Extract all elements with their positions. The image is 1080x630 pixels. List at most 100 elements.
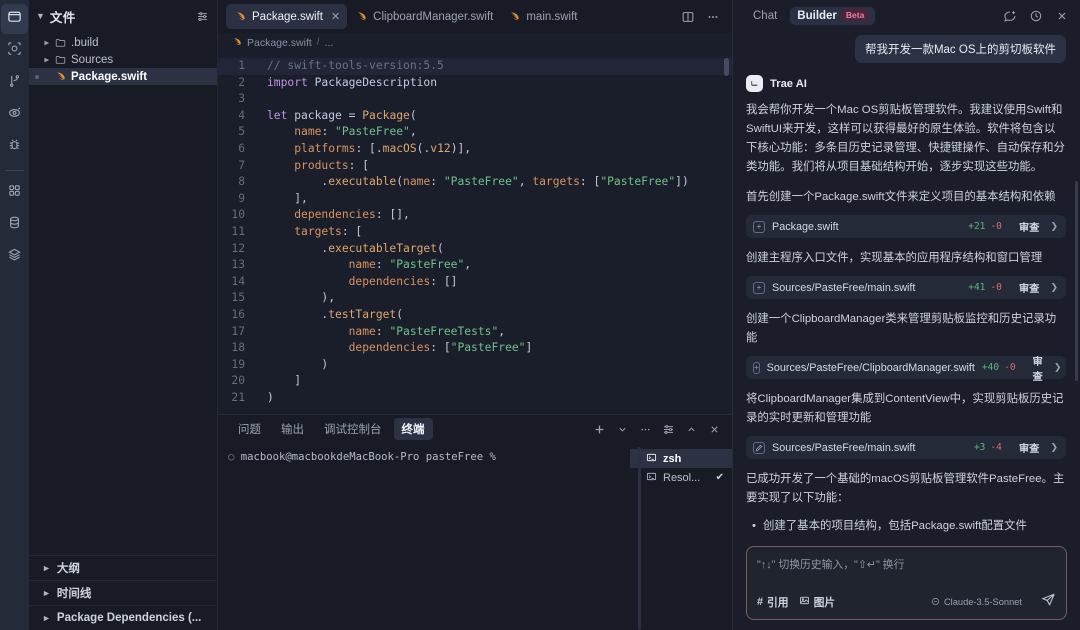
lines-removed: -4 — [990, 442, 1002, 453]
review-button[interactable]: 审查 — [1019, 440, 1040, 455]
breadcrumb-item-more[interactable]: ... — [325, 37, 334, 49]
line-number: 10 — [231, 208, 245, 222]
chat-mode-builder[interactable]: Builder Beta — [790, 6, 876, 25]
activity-item-source-control[interactable] — [1, 68, 28, 98]
activity-item-extensions[interactable] — [1, 178, 28, 208]
explorer-section-timeline[interactable]: ▼ 时间线 — [29, 580, 217, 605]
eye-icon — [7, 105, 22, 125]
chevron-down-icon[interactable] — [612, 419, 632, 439]
editor-scrollbar[interactable] — [724, 58, 729, 76]
tree-item-label: Sources — [71, 53, 114, 66]
panel-tab-debug-console[interactable]: 调试控制台 — [316, 418, 390, 440]
chat-input-placeholder[interactable]: "↑↓" 切换历史输入，"⇧↵" 换行 — [757, 556, 1056, 572]
database-icon — [7, 215, 22, 235]
code-lines: 1 // swift-tools-version:5.5 2 import Packa… — [218, 52, 732, 406]
explorer-section-package-dependencies[interactable]: ▼ Package Dependencies (... — [29, 605, 217, 630]
split-icon[interactable] — [678, 7, 698, 27]
swift-file-icon — [232, 36, 242, 49]
terminal-instance-resolve[interactable]: Resol... ✔ — [630, 468, 732, 487]
tab-main-swift[interactable]: main.swift — [500, 4, 584, 29]
model-selector[interactable]: Claude-3.5-Sonnet — [931, 597, 1022, 608]
step-text-2: 创建一个ClipboardManager类来管理剪贴板监控和历史记录功能 — [746, 313, 1057, 344]
chat-input-footer: # 引用 图片 Claude-3.5-Sonnet — [757, 592, 1056, 612]
tree-item-label: Package.swift — [71, 70, 148, 83]
tree-item-build[interactable]: ▼ .build — [29, 34, 217, 51]
file-change-card-0[interactable]: + Package.swift +21 -0 审查 ❯ — [746, 215, 1066, 238]
close-icon[interactable] — [704, 419, 724, 439]
code-line: 19 ) — [218, 357, 732, 374]
tree-item-package-swift[interactable]: Package.swift — [29, 68, 217, 85]
swift-file-icon — [509, 10, 520, 24]
send-icon[interactable] — [1041, 592, 1056, 612]
quote-button[interactable]: # 引用 — [757, 594, 789, 610]
file-change-card-3[interactable]: Sources/PasteFree/main.swift +3 -4 审查 ❯ — [746, 436, 1066, 459]
sliders-icon[interactable] — [196, 10, 209, 23]
ellipsis-icon[interactable] — [703, 7, 723, 27]
review-button[interactable]: 审查 — [1019, 280, 1040, 295]
terminal-instance-zsh[interactable]: zsh — [630, 449, 732, 468]
activity-item-run-debug[interactable] — [1, 100, 28, 130]
chevron-right-icon: ❯ — [1050, 221, 1058, 231]
activity-item-testing[interactable] — [1, 132, 28, 162]
panel-tab-terminal[interactable]: 终端 — [393, 418, 433, 440]
code-text: dependencies: [] — [348, 274, 458, 288]
explorer-section-outline[interactable]: ▼ 大纲 — [29, 555, 217, 580]
activity-item-explorer[interactable] — [1, 4, 28, 34]
breadcrumb-item-file[interactable]: Package.swift — [247, 37, 312, 49]
review-button[interactable]: 审查 — [1033, 353, 1043, 383]
code-line: 17 name: "PasteFreeTests", — [218, 324, 732, 341]
chevron-right-icon[interactable]: ▼ — [42, 56, 51, 64]
sliders-icon[interactable] — [658, 419, 678, 439]
chevron-down-icon[interactable]: ▼ — [36, 11, 45, 21]
chat-messages[interactable]: 帮我开发一款Mac OS上的剪切板软件 Trae AI 我会帮你开发一个Mac … — [733, 31, 1080, 540]
line-number: 16 — [231, 307, 245, 321]
code-editor[interactable]: 1 // swift-tools-version:5.5 2 import Packa… — [218, 52, 732, 414]
chevron-right-icon: ▼ — [40, 563, 51, 573]
line-number: 15 — [231, 291, 245, 305]
code-text: .executableTarget( — [267, 241, 444, 255]
close-icon[interactable] — [1052, 6, 1072, 26]
code-text: products: [ — [294, 158, 370, 172]
chat-mode-chat[interactable]: Chat — [746, 7, 784, 25]
terminal-output[interactable]: ○ macbook@macbookdeMacBook-Pro pasteFree… — [218, 443, 630, 630]
assistant-intro: 我会帮你开发一个Mac OS剪贴板管理软件。我建议使用Swift和SwiftUI… — [746, 104, 1065, 173]
activity-item-search[interactable] — [1, 36, 28, 66]
chat-mode-label: Builder — [797, 9, 837, 22]
clock-icon[interactable] — [1026, 6, 1046, 26]
code-line: 1 // swift-tools-version:5.5 — [218, 58, 732, 75]
activity-item-database[interactable] — [1, 210, 28, 240]
line-number: 2 — [238, 75, 245, 89]
review-button[interactable]: 审查 — [1019, 219, 1040, 234]
plus-icon[interactable] — [589, 419, 609, 439]
tab-clipboardmanager-swift[interactable]: ClipboardManager.swift — [347, 4, 500, 29]
ellipsis-icon[interactable] — [635, 419, 655, 439]
activity-item-layers[interactable] — [1, 242, 28, 272]
image-button[interactable]: 图片 — [799, 594, 835, 610]
panel-tab-problems[interactable]: 问题 — [230, 418, 269, 440]
chevron-right-icon[interactable]: ▼ — [42, 39, 51, 47]
new-chat-icon[interactable] — [1000, 6, 1020, 26]
chevron-up-icon[interactable] — [681, 419, 701, 439]
code-text: ) — [267, 390, 274, 404]
code-line: 13 name: "PasteFree", — [218, 257, 732, 274]
code-text: name: "PasteFree", — [348, 258, 472, 272]
code-line: 12 .executableTarget( — [218, 241, 732, 258]
activity-bar — [0, 0, 29, 630]
code-text: // swift-tools-version:5.5 — [267, 59, 444, 72]
code-text: ) — [267, 357, 329, 371]
code-text: .testTarget( — [267, 307, 404, 321]
model-icon — [931, 597, 940, 608]
terminal-icon — [646, 452, 657, 466]
tab-package-swift[interactable]: Package.swift ✕ — [226, 4, 348, 29]
chat-input-box[interactable]: "↑↓" 切换历史输入，"⇧↵" 换行 # 引用 图片 Claude-3.5-S… — [746, 546, 1067, 620]
terminal-instance-list: zsh Resol... ✔ — [630, 443, 732, 630]
file-change-name: Sources/PasteFree/main.swift — [772, 441, 916, 454]
tree-item-sources[interactable]: ▼ Sources — [29, 51, 217, 68]
close-icon[interactable]: ✕ — [331, 10, 340, 23]
line-number: 13 — [231, 258, 245, 272]
file-change-card-1[interactable]: + Sources/PasteFree/main.swift +41 -0 审查… — [746, 276, 1066, 299]
chat-scrollbar[interactable] — [1075, 181, 1078, 381]
panel-tab-output[interactable]: 输出 — [273, 418, 312, 440]
terminal-prompt-line: macbook@macbookdeMacBook-Pro pasteFree % — [240, 451, 496, 463]
file-change-card-2[interactable]: + Sources/PasteFree/ClipboardManager.swi… — [746, 356, 1066, 383]
